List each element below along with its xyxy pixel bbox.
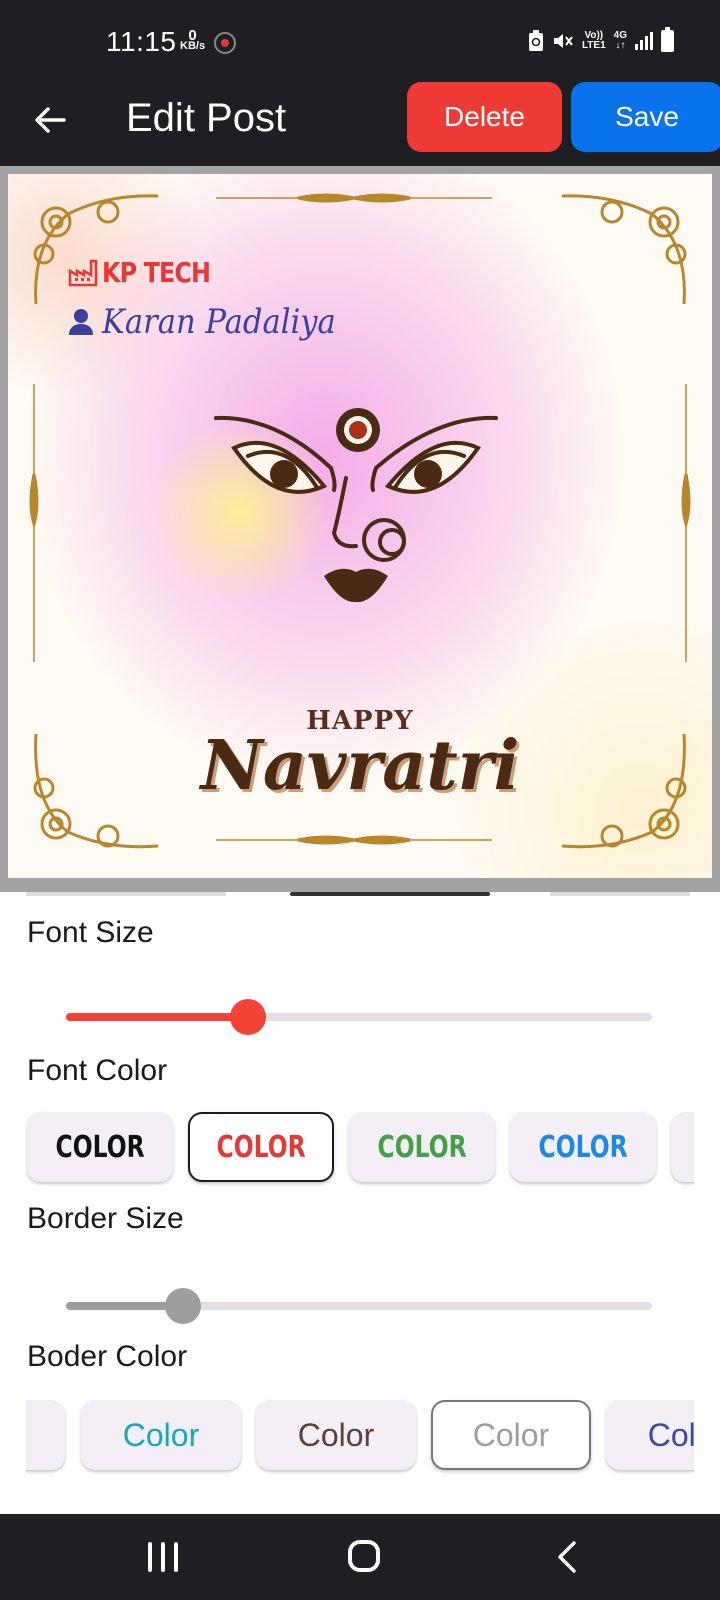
font-color-chip-partial[interactable] [671, 1112, 694, 1182]
font-color-label: Font Color [27, 1054, 168, 1087]
status-bar: 11:15 0 KB/s Vo)) LTE1 4G ↓↑ [0, 0, 720, 82]
border-color-chip[interactable]: Color [431, 1400, 591, 1470]
person-icon [69, 309, 93, 335]
network-speed-unit: KB/s [180, 40, 206, 52]
app-bar: Edit Post Delete Save [0, 82, 720, 166]
lte-text: LTE1 [581, 40, 606, 51]
font-color-chip-label: COLOR [216, 1129, 306, 1165]
network-type: 4G ↓↑ [614, 31, 627, 51]
battery-icon [661, 27, 674, 52]
border-size-thumb[interactable] [165, 1288, 202, 1324]
border-color-chip[interactable]: Color [606, 1400, 694, 1470]
border-color-chip[interactable]: Color [81, 1400, 241, 1470]
save-button[interactable]: Save [571, 82, 720, 152]
status-icons: Vo)) LTE1 4G ↓↑ [528, 27, 674, 52]
border-color-chip-label: Color [122, 1416, 200, 1453]
border-color-chip-partial[interactable] [26, 1400, 65, 1470]
font-color-chip-label: COLOR [538, 1129, 628, 1165]
signal-icon [635, 32, 653, 50]
mute-icon [553, 34, 573, 48]
border-size-label: Border Size [27, 1202, 184, 1235]
recycle-icon [528, 30, 543, 51]
person-name: Karan Padaliya [102, 302, 336, 342]
brand-text: KP TECH [102, 256, 211, 289]
post-canvas-frame: KP TECH Karan Padaliya HAPPY Navratri [0, 166, 720, 892]
recent-apps-icon[interactable] [148, 1542, 178, 1572]
font-color-chip-label: COLOR [377, 1129, 467, 1165]
data-arrows-icon: ↓↑ [615, 40, 626, 51]
nav-back-icon[interactable] [552, 1540, 582, 1574]
network-speed: 0 KB/s [180, 28, 206, 52]
system-nav-bar [0, 1514, 720, 1600]
back-arrow-icon[interactable] [30, 100, 70, 140]
greeting-large[interactable]: Navratri [8, 726, 712, 806]
person-line[interactable]: Karan Padaliya [68, 302, 362, 342]
recording-icon [214, 32, 236, 54]
border-color-chip[interactable]: Color [256, 1400, 416, 1470]
panel-scroll-hint [26, 892, 226, 896]
font-color-chip[interactable]: COLOR [349, 1112, 495, 1182]
post-preview[interactable]: KP TECH Karan Padaliya HAPPY Navratri [8, 174, 712, 878]
font-color-chip-label: COLOR [55, 1129, 145, 1165]
font-color-chip[interactable]: COLOR [27, 1112, 173, 1182]
border-color-list: Color Color Color Color [26, 1396, 694, 1476]
edit-panel: Font Size Font Color COLOR COLOR COLOR COLO… [0, 892, 720, 1514]
durga-face-illustration [214, 408, 498, 603]
font-size-thumb[interactable] [229, 999, 266, 1035]
font-size-fill [66, 1013, 248, 1021]
brand-line[interactable]: KP TECH [68, 256, 229, 289]
font-color-chip[interactable]: COLOR [188, 1112, 334, 1182]
font-size-label: Font Size [27, 916, 154, 949]
border-color-chip-label: Color [297, 1416, 375, 1453]
border-color-label: Boder Color [27, 1340, 188, 1373]
status-time: 11:15 [106, 26, 177, 57]
font-color-chip[interactable]: COLOR [510, 1112, 656, 1182]
home-icon[interactable] [348, 1540, 380, 1572]
factory-icon [68, 259, 98, 286]
border-color-chip-label: Color [472, 1416, 550, 1453]
border-color-chip-label: Color [647, 1416, 694, 1453]
font-color-list: COLOR COLOR COLOR COLOR [26, 1108, 694, 1188]
panel-scroll-hint-active [290, 892, 490, 896]
page-title: Edit Post [126, 96, 287, 140]
volte-indicator: Vo)) LTE1 [582, 31, 606, 51]
font-size-slider[interactable] [66, 997, 652, 1037]
border-size-slider[interactable] [66, 1286, 652, 1326]
delete-button[interactable]: Delete [407, 82, 562, 152]
panel-scroll-hint-right [550, 892, 690, 896]
